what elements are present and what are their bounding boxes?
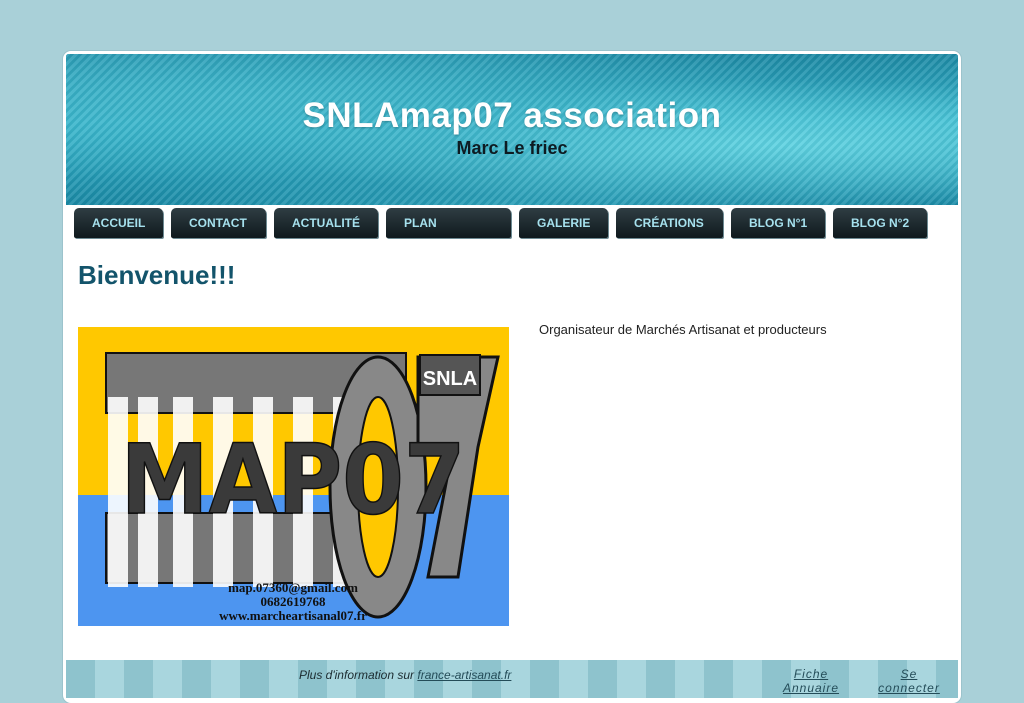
nav-item-blog-1[interactable]: BLOG N°1: [731, 208, 825, 238]
fiche-annuaire-line2: Annuaire: [782, 681, 840, 695]
nav-item-accueil[interactable]: ACCUEIL: [74, 208, 163, 238]
header-banner: SNLAmap07 association Marc Le friec: [66, 54, 958, 205]
nav-item-contact[interactable]: CONTACT: [171, 208, 266, 238]
site-title: SNLAmap07 association: [302, 96, 722, 135]
footer: Plus d'information sur france-artisanat.…: [66, 660, 958, 698]
map07-logo-image: SNLA MAP07 map.07360@gmail.com 068261976…: [78, 327, 509, 626]
main-nav: ACCUEIL CONTACT ACTUALITÉ PLAN GALERIE C…: [74, 208, 954, 240]
logo-wordmark: MAP07: [121, 424, 466, 536]
intro-text: Organisateur de Marchés Artisanat et pro…: [539, 322, 827, 337]
nav-item-creations[interactable]: CRÉATIONS: [616, 208, 723, 238]
logo-email: map.07360@gmail.com: [228, 580, 358, 595]
fiche-annuaire-line1: Fiche: [793, 667, 829, 681]
login-line2: connecter: [878, 681, 940, 695]
nav-item-galerie[interactable]: GALERIE: [519, 208, 608, 238]
login-link[interactable]: Se connecter: [876, 667, 942, 695]
footer-info-prefix: Plus d'information sur: [299, 668, 415, 682]
site-subtitle: Marc Le friec: [456, 138, 568, 158]
logo-website: www.marcheartisanal07.fr: [219, 608, 367, 623]
nav-item-blog-2[interactable]: BLOG N°2: [833, 208, 927, 238]
page-title: Bienvenue!!!: [78, 260, 236, 290]
logo-phone: 0682619768: [261, 594, 327, 609]
login-line1: Se: [900, 667, 918, 681]
logo-badge-text: SNLA: [423, 368, 477, 390]
page-frame: SNLAmap07 association Marc Le friec ACCU…: [63, 51, 961, 703]
france-artisanat-link[interactable]: france-artisanat.fr: [417, 668, 511, 682]
footer-info: Plus d'information sur france-artisanat.…: [299, 668, 511, 682]
nav-item-actualite[interactable]: ACTUALITÉ: [274, 208, 378, 238]
nav-item-plan[interactable]: PLAN: [386, 208, 511, 238]
fiche-annuaire-link[interactable]: Fiche Annuaire: [782, 667, 840, 695]
